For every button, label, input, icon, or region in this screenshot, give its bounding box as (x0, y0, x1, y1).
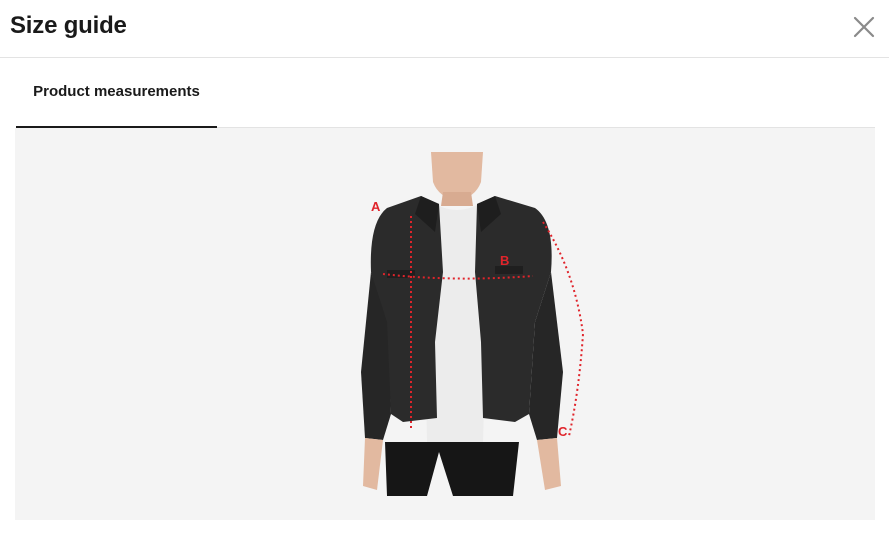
modal-title: Size guide (10, 12, 127, 39)
measurement-label-c: C (558, 424, 568, 439)
jacket-measurement-illustration: A B C (343, 152, 603, 496)
close-icon (853, 16, 875, 38)
modal-header: Size guide (0, 0, 889, 58)
close-button[interactable] (850, 13, 878, 41)
measurement-label-b: B (500, 253, 510, 268)
model-in-jacket-image (361, 152, 585, 496)
measurement-image-panel: A B C (15, 128, 875, 520)
tab-label: Product measurements (33, 83, 200, 100)
tab-bar: Product measurements (16, 59, 875, 128)
tab-product-measurements[interactable]: Product measurements (16, 59, 217, 128)
measurement-label-a: A (371, 199, 381, 214)
